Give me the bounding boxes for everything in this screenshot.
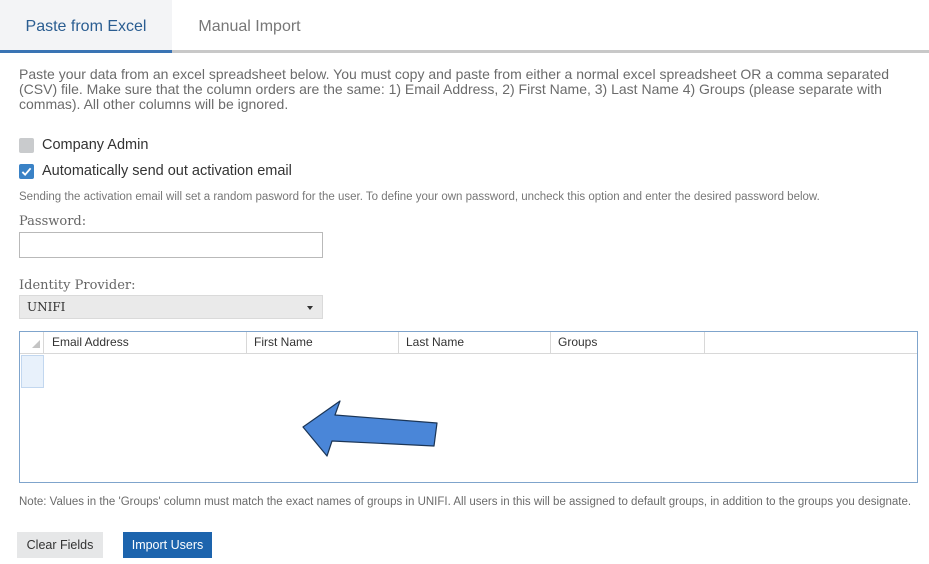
password-input[interactable]	[19, 232, 323, 258]
tab-bar: Paste from Excel Manual Import	[0, 0, 929, 54]
column-header-first-name[interactable]: First Name	[247, 332, 399, 353]
password-label: Password:	[19, 214, 87, 229]
send-activation-checkbox[interactable]	[19, 163, 34, 179]
identity-provider-value: UNIFI	[27, 300, 66, 314]
identity-provider-select[interactable]: UNIFI	[19, 295, 323, 319]
tab-manual-import[interactable]: Manual Import	[172, 0, 327, 53]
tab-paste-from-excel[interactable]: Paste from Excel	[0, 0, 172, 53]
column-header-email[interactable]: Email Address	[45, 332, 247, 353]
select-all-corner[interactable]	[20, 332, 44, 353]
column-header-last-name[interactable]: Last Name	[399, 332, 551, 353]
clear-fields-button[interactable]: Clear Fields	[17, 532, 103, 558]
company-admin-option[interactable]: Company Admin	[19, 136, 148, 154]
company-admin-checkbox[interactable]	[19, 137, 34, 153]
row-header-cell[interactable]	[21, 355, 44, 388]
paste-grid[interactable]: Email Address First Name Last Name Group…	[19, 331, 918, 483]
send-activation-label: Automatically send out activation email	[42, 163, 292, 179]
send-activation-option[interactable]: Automatically send out activation email	[19, 162, 292, 180]
company-admin-label: Company Admin	[42, 137, 149, 153]
checkmark-icon	[21, 167, 32, 176]
arrow-annotation	[302, 400, 438, 457]
grid-header: Email Address First Name Last Name Group…	[20, 332, 917, 354]
instructions-text: Paste your data from an excel spreadshee…	[19, 66, 890, 112]
corner-triangle-icon	[32, 340, 40, 348]
column-header-groups[interactable]: Groups	[551, 332, 705, 353]
import-users-button[interactable]: Import Users	[123, 532, 212, 558]
activation-note: Sending the activation email will set a …	[19, 191, 820, 203]
identity-provider-label: Identity Provider:	[19, 278, 136, 293]
chevron-down-icon	[307, 306, 313, 310]
groups-footnote: Note: Values in the 'Groups' column must…	[19, 496, 912, 508]
